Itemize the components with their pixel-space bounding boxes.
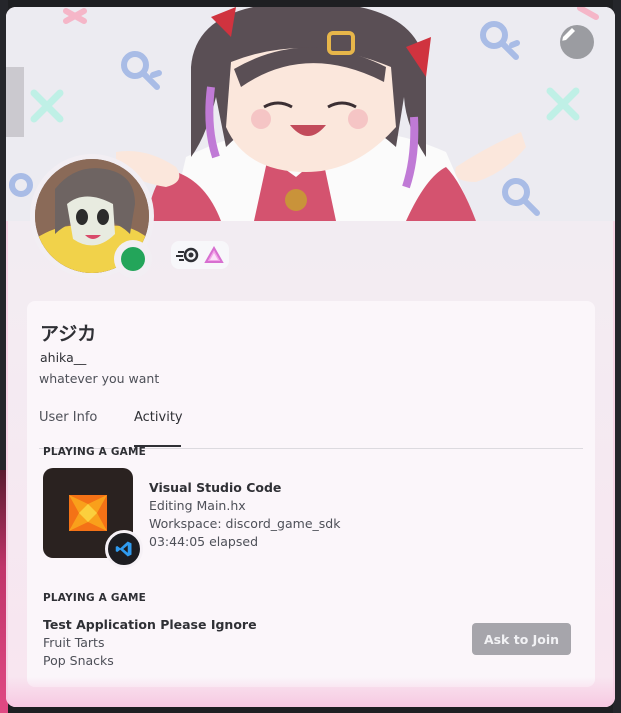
boost-badge-icon[interactable] <box>204 246 224 264</box>
activity-section-label: PLAYING A GAME <box>43 592 147 604</box>
tab-activity[interactable]: Activity <box>134 410 183 425</box>
activity-state: Workspace: discord_game_sdk <box>149 516 341 531</box>
bio-text: whatever you want <box>39 371 160 386</box>
edit-profile-button[interactable] <box>560 25 594 59</box>
activity-small-image[interactable] <box>105 530 143 568</box>
ask-to-join-button[interactable]: Ask to Join <box>472 623 571 655</box>
profile-info-panel: アジカ ahika__ whatever you want User Info … <box>27 301 595 687</box>
activity-title: Visual Studio Code <box>149 480 282 495</box>
pencil-icon <box>562 28 575 41</box>
vscode-icon <box>115 541 132 557</box>
tab-user-info[interactable]: User Info <box>39 410 97 425</box>
activity-details: Fruit Tarts <box>43 635 105 650</box>
activity-elapsed: 03:44:05 elapsed <box>149 534 259 549</box>
profile-card: アジカ ahika__ whatever you want User Info … <box>6 7 615 707</box>
activity-details: Editing Main.hx <box>149 498 246 513</box>
activity-title: Test Application Please Ignore <box>43 617 257 632</box>
activity-section-label: PLAYING A GAME <box>43 446 147 458</box>
display-name: アジカ <box>40 323 97 345</box>
card-bottom-glow <box>6 677 615 707</box>
status-indicator <box>114 240 152 278</box>
badge-list <box>171 241 229 269</box>
activity-state: Pop Snacks <box>43 653 114 668</box>
profile-tabs: User Info Activity <box>39 410 583 449</box>
nitro-badge-icon[interactable] <box>176 247 200 263</box>
username[interactable]: ahika__ <box>40 350 86 365</box>
online-status-icon <box>121 247 145 271</box>
